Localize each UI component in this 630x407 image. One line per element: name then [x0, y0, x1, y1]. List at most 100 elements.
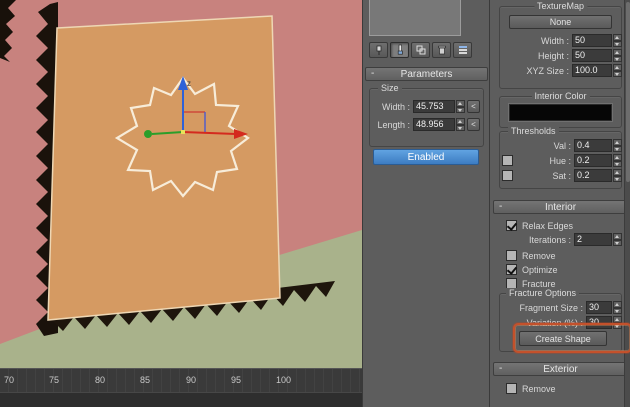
timeline-ruler[interactable]: 70 75 80 85 90 95 100	[0, 369, 362, 392]
texture-width-spinner[interactable]	[613, 34, 622, 47]
configure-modifier-sets-icon	[458, 46, 467, 54]
tick-label: 100	[276, 375, 292, 385]
spinner-down-button[interactable]	[456, 106, 465, 113]
collapse-icon[interactable]: -	[499, 363, 502, 375]
timeline-trackbar[interactable]: 70 75 80 85 90 95 100	[0, 368, 362, 407]
make-unique-button[interactable]	[411, 42, 430, 58]
sat-spinner[interactable]	[613, 169, 622, 182]
variation-spinner[interactable]	[613, 316, 622, 329]
xyz-size-field[interactable]: 100.0	[572, 64, 612, 77]
remove-modifier-icon	[437, 45, 446, 55]
spinner-down-button[interactable]	[613, 40, 622, 47]
variation-field[interactable]: 30	[586, 316, 612, 329]
texture-height-field[interactable]: 50	[572, 49, 612, 62]
fragment-size-spinner[interactable]	[613, 301, 622, 314]
fragment-size-label: Fragment Size :	[519, 302, 583, 313]
configure-modifier-sets-button[interactable]	[453, 42, 472, 58]
gizmo-y-handle[interactable]	[144, 130, 152, 138]
show-end-result-button[interactable]	[390, 42, 409, 58]
interior-color-label: Interior Color	[531, 91, 590, 102]
exterior-rollout-header[interactable]: - Exterior	[493, 362, 628, 376]
iterations-row: Iterations : 2	[502, 233, 622, 246]
spinner-down-button[interactable]	[613, 55, 622, 62]
modifier-stack-list[interactable]	[369, 0, 461, 36]
size-group-label: Size	[378, 83, 402, 94]
rollout-title: Exterior	[543, 363, 578, 375]
remove-modifier-button[interactable]	[432, 42, 451, 58]
length-field[interactable]: 48.956	[413, 118, 455, 131]
optimize-label: Optimize	[522, 264, 558, 275]
width-spinner[interactable]	[456, 100, 465, 113]
plane-object[interactable]	[47, 15, 281, 321]
gizmo-z-label: z	[187, 79, 191, 88]
hue-spinner[interactable]	[613, 154, 622, 167]
exterior-remove-checkbox[interactable]	[506, 383, 517, 394]
width-sync-button[interactable]: <	[467, 100, 480, 113]
collapse-icon[interactable]: -	[371, 68, 374, 80]
viewport-scene: z	[0, 0, 362, 368]
trackbar-lower-strip	[0, 392, 362, 407]
val-spinner[interactable]	[613, 139, 622, 152]
texture-height-label: Height :	[537, 50, 569, 61]
interior-remove-checkbox[interactable]	[506, 250, 517, 261]
xyz-size-label: XYZ Size :	[526, 65, 569, 76]
panel-scrollbar-thumb[interactable]	[626, 2, 630, 182]
texturemap-none-button[interactable]: None	[509, 15, 612, 29]
xyz-size-spinner[interactable]	[613, 64, 622, 77]
iterations-spinner[interactable]	[613, 233, 622, 246]
relax-edges-checkbox[interactable]	[506, 220, 517, 231]
texture-height-spinner[interactable]	[613, 49, 622, 62]
modifier-stack-toolbar	[369, 42, 472, 58]
texture-width-label: Width :	[540, 35, 569, 46]
interior-color-swatch[interactable]	[509, 104, 612, 121]
val-field[interactable]: 0.4	[574, 139, 612, 152]
texturemap-group-label: TextureMap	[533, 1, 588, 12]
spinner-down-button[interactable]	[456, 124, 465, 131]
relax-edges-row: Relax Edges	[506, 219, 573, 232]
enabled-button[interactable]: Enabled	[373, 149, 479, 165]
parameters-rollout-header[interactable]: - Parameters	[365, 67, 488, 81]
relax-edges-label: Relax Edges	[522, 220, 574, 231]
show-end-result-icon	[397, 44, 403, 55]
width-label: Width :	[381, 101, 410, 112]
interior-rollout-header[interactable]: - Interior	[493, 200, 628, 214]
spinner-down-button[interactable]	[613, 239, 622, 246]
collapse-icon[interactable]: -	[499, 201, 502, 213]
spinner-down-button[interactable]	[613, 322, 622, 329]
optimize-row: Optimize	[506, 263, 558, 276]
command-panel: TextureMap None Width : 50 Height : 50 X…	[489, 0, 630, 407]
fracture-options-label: Fracture Options	[506, 288, 580, 299]
length-spinner[interactable]	[456, 118, 465, 131]
viewport[interactable]: z	[0, 0, 362, 368]
exterior-remove-row: Remove	[506, 382, 556, 395]
modifier-panel: - Parameters Size Width : 45.753 < Lengt…	[362, 0, 489, 407]
width-row: Width : 45.753 <	[373, 100, 487, 113]
interior-remove-label: Remove	[522, 250, 556, 261]
length-row: Length : 48.956 <	[373, 118, 487, 131]
spinner-down-button[interactable]	[613, 175, 622, 182]
spinner-down-button[interactable]	[613, 145, 622, 152]
texture-width-field[interactable]: 50	[572, 34, 612, 47]
width-field[interactable]: 45.753	[413, 100, 455, 113]
length-sync-button[interactable]: <	[467, 118, 480, 131]
val-label: Val :	[553, 140, 571, 151]
sat-label: Sat :	[552, 170, 571, 181]
gizmo-center[interactable]	[181, 130, 185, 134]
hue-field[interactable]: 0.2	[574, 154, 612, 167]
spinner-down-button[interactable]	[613, 307, 622, 314]
sat-checkbox[interactable]	[502, 170, 513, 181]
val-row: Val : 0.4	[502, 139, 622, 152]
hue-checkbox[interactable]	[502, 155, 513, 166]
sat-field[interactable]: 0.2	[574, 169, 612, 182]
spinner-down-button[interactable]	[613, 70, 622, 77]
create-shape-button[interactable]: Create Shape	[519, 331, 607, 346]
fractured-corner	[0, 0, 16, 62]
optimize-checkbox[interactable]	[506, 264, 517, 275]
iterations-field[interactable]: 2	[574, 233, 612, 246]
fragment-size-field[interactable]: 30	[586, 301, 612, 314]
panel-scrollbar[interactable]	[624, 0, 630, 407]
rollout-title: Interior	[544, 201, 577, 213]
fracture-label: Fracture	[522, 278, 556, 289]
pin-stack-button[interactable]	[369, 42, 388, 58]
spinner-down-button[interactable]	[613, 160, 622, 167]
